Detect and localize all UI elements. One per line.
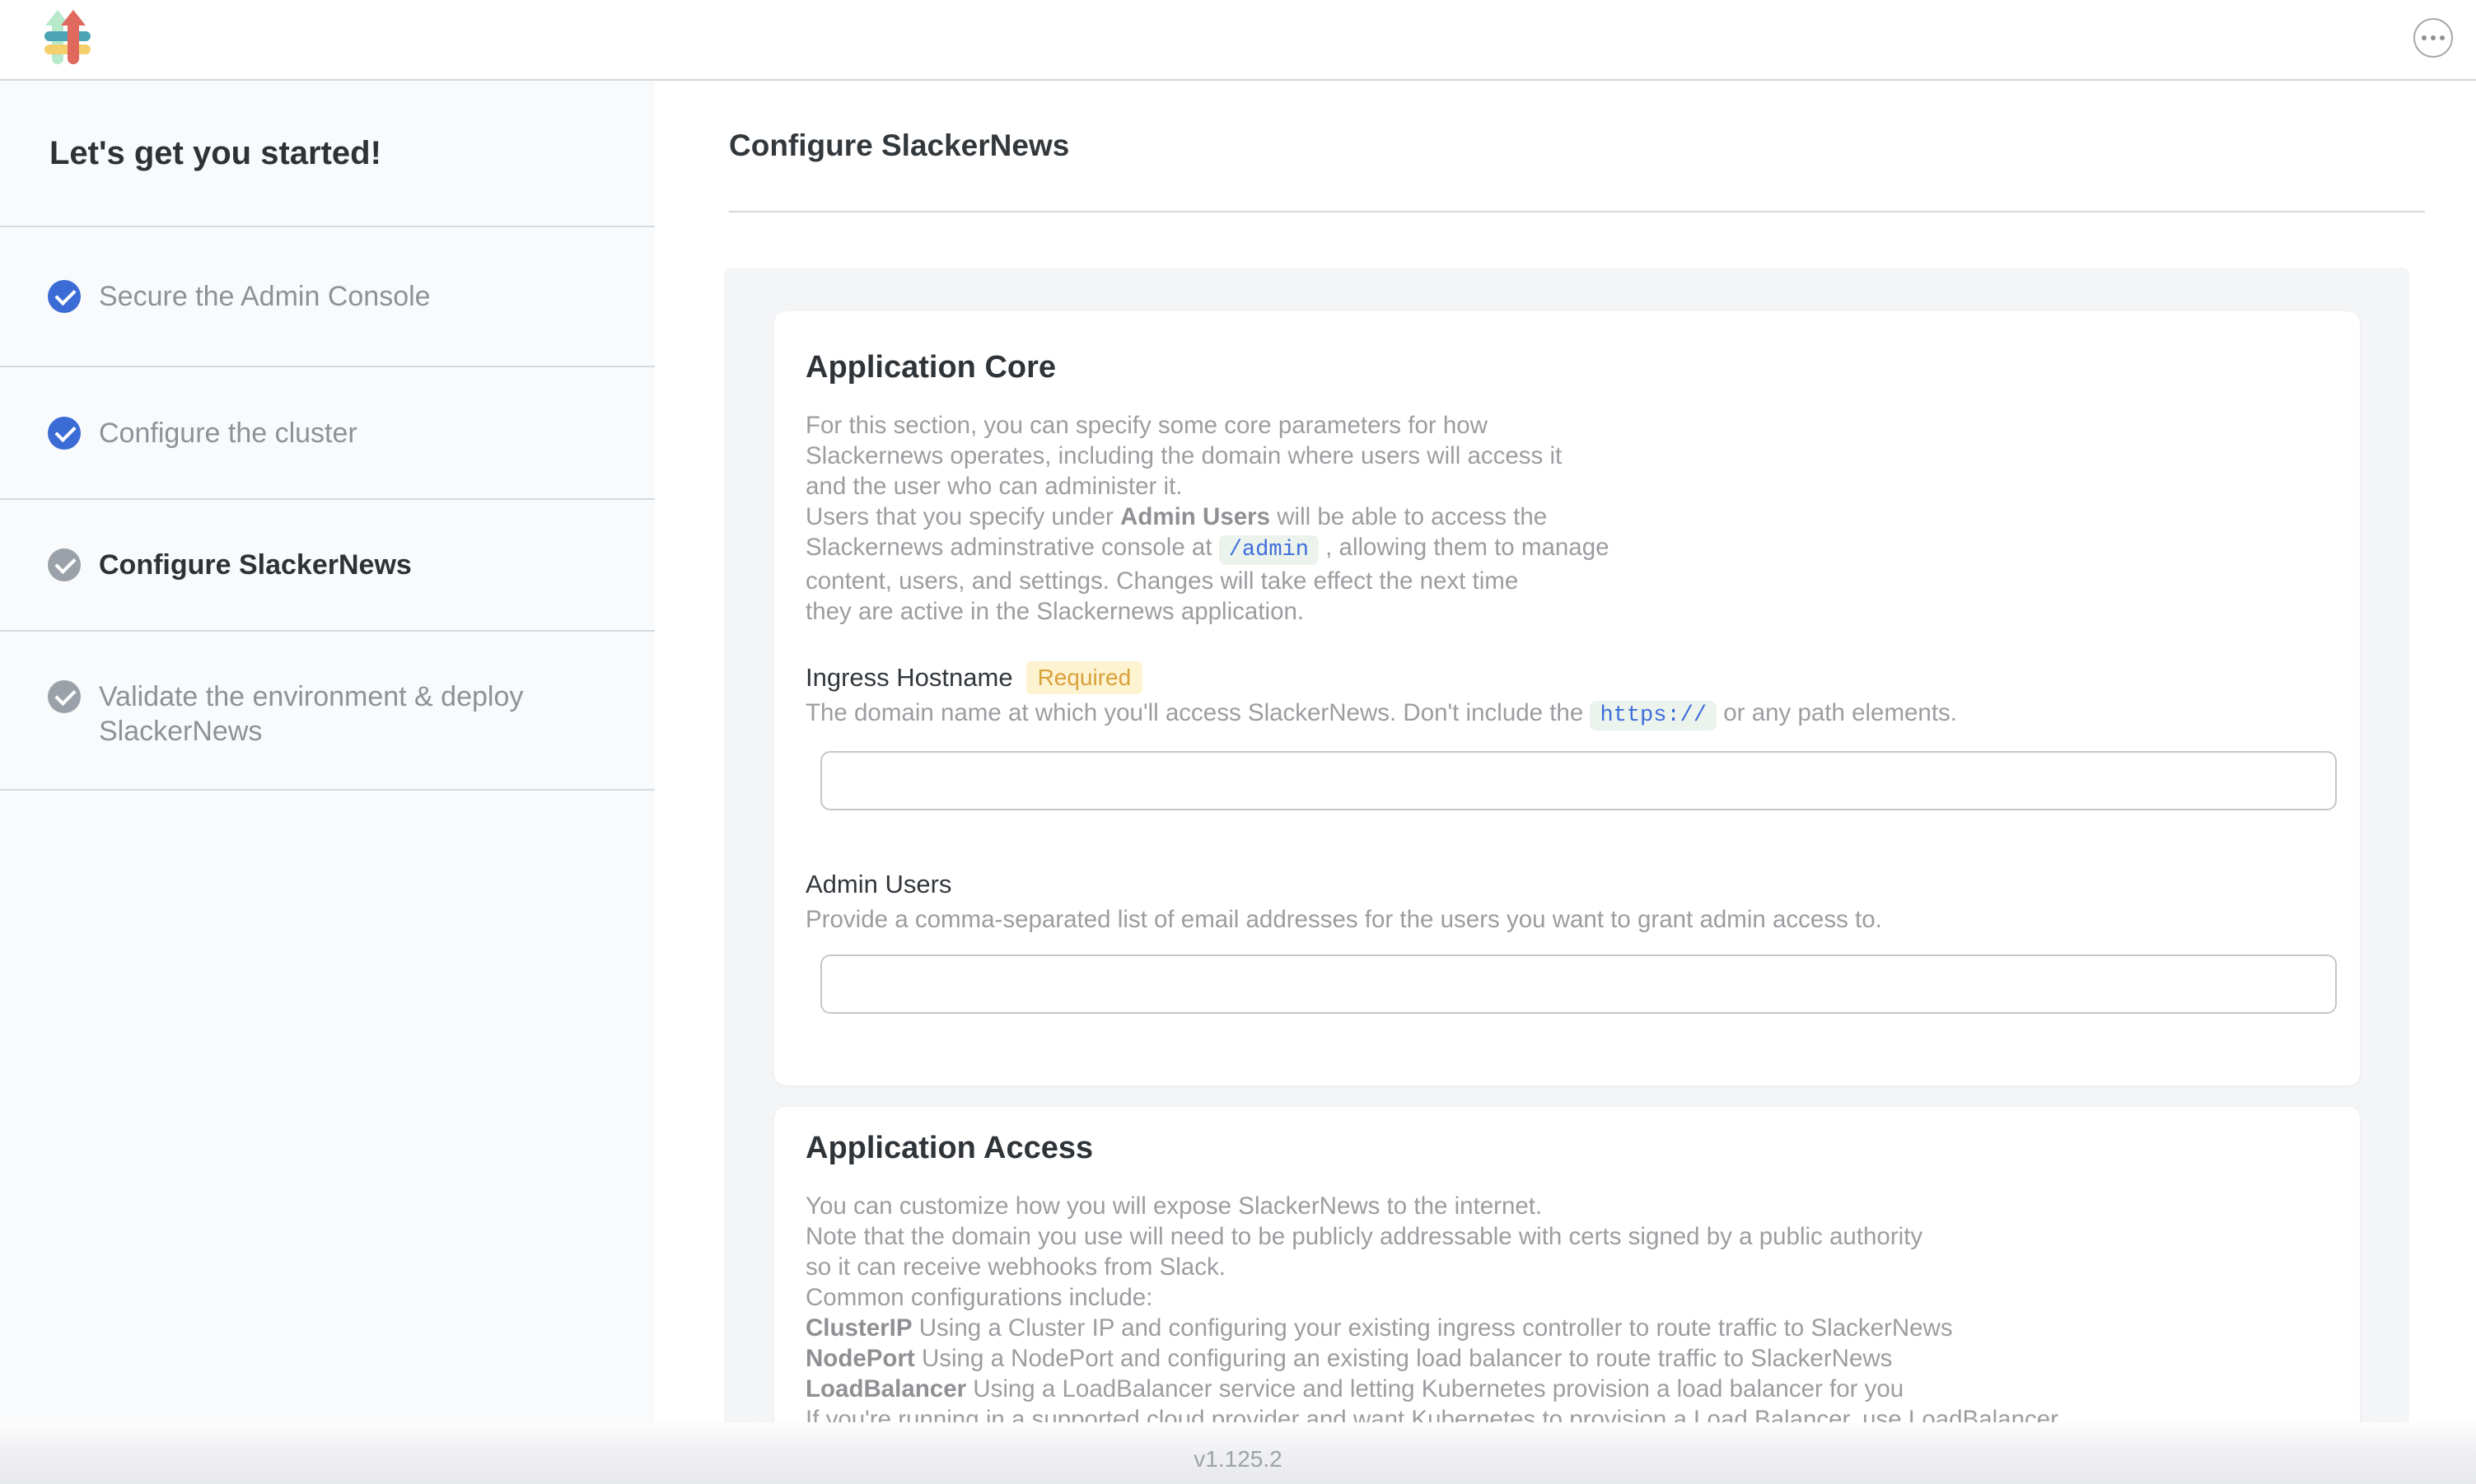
- ellipsis-icon: [2422, 35, 2445, 40]
- text-line: Provide a comma-separated list of email …: [806, 904, 2337, 935]
- slackernews-logo: [44, 10, 94, 66]
- field-label: Admin Users: [806, 868, 951, 901]
- text-segment: You can customize how you will expose Sl…: [806, 1192, 1542, 1220]
- ingress-hostname-input[interactable]: [820, 751, 2337, 810]
- check-circle-icon: [48, 548, 81, 581]
- text-line: LoadBalancer Using a LoadBalancer servic…: [806, 1374, 2337, 1404]
- step-label: Configure SlackerNews: [99, 548, 412, 582]
- sidebar-step-validate-and-deploy[interactable]: Validate the environment & deploy Slacke…: [0, 632, 655, 791]
- sidebar-step-configure-slackernews[interactable]: Configure SlackerNews: [0, 500, 655, 632]
- text-segment: , allowing them to manage: [1319, 534, 1609, 561]
- logo-arrow-red-icon: [61, 10, 86, 64]
- app-root: Let's get you started! Secure the Admin …: [0, 0, 2476, 1484]
- field-label-row: Ingress Hostname Required: [806, 661, 2337, 694]
- bold-text-segment: Admin Users: [1120, 503, 1270, 530]
- text-segment: content, users, and settings. Changes wi…: [806, 567, 1518, 595]
- code-chip: /admin: [1219, 535, 1319, 565]
- field-help-text: Provide a comma-separated list of email …: [806, 904, 2337, 935]
- field-label-row: Admin Users: [806, 868, 2337, 901]
- field-label: Ingress Hostname: [806, 661, 1013, 694]
- text-line: Users that you specify under Admin Users…: [806, 502, 2337, 532]
- card-title: Application Core: [806, 346, 2337, 389]
- text-segment: Users that you specify under: [806, 503, 1120, 530]
- overflow-menu-button[interactable]: [2413, 18, 2453, 58]
- text-segment: Using a Cluster IP and configuring your …: [913, 1314, 1953, 1342]
- text-segment: Common configurations include:: [806, 1284, 1152, 1311]
- step-label: Validate the environment & deploy Slacke…: [99, 679, 560, 749]
- text-segment: so it can receive webhooks from Slack.: [806, 1253, 1226, 1281]
- text-segment: Provide a comma-separated list of email …: [806, 906, 1882, 933]
- text-segment: they are active in the Slackernews appli…: [806, 598, 1304, 625]
- admin-users-input[interactable]: [820, 954, 2337, 1014]
- text-line: The domain name at which you'll access S…: [806, 698, 2337, 731]
- text-segment: will be able to access the: [1270, 503, 1547, 530]
- text-line: Slackernews operates, including the doma…: [806, 441, 2337, 471]
- sidebar-step-configure-cluster[interactable]: Configure the cluster: [0, 367, 655, 500]
- check-circle-icon: [48, 680, 81, 713]
- text-line: Slackernews adminstrative console at /ad…: [806, 532, 2337, 566]
- admin-users-field: Admin Users Provide a comma-separated li…: [806, 868, 2337, 1014]
- title-divider: [729, 211, 2425, 212]
- top-header-bar: [0, 0, 2476, 81]
- text-segment: Note that the domain you use will need t…: [806, 1223, 1922, 1250]
- text-line: Note that the domain you use will need t…: [806, 1221, 2337, 1252]
- text-line: they are active in the Slackernews appli…: [806, 596, 2337, 627]
- config-panel: Application Core For this section, you c…: [724, 268, 2409, 1484]
- text-line: so it can receive webhooks from Slack.: [806, 1252, 2337, 1282]
- field-help-text: The domain name at which you'll access S…: [806, 698, 2337, 731]
- application-core-description: For this section, you can specify some c…: [806, 410, 2337, 627]
- text-line: and the user who can administer it.: [806, 471, 2337, 502]
- text-line: NodePort Using a NodePort and configurin…: [806, 1343, 2337, 1374]
- text-line: Common configurations include:: [806, 1282, 2337, 1313]
- application-core-card: Application Core For this section, you c…: [774, 311, 2360, 1085]
- text-segment: The domain name at which you'll access S…: [806, 699, 1590, 726]
- step-label: Secure the Admin Console: [99, 279, 431, 314]
- version-label: v1.125.2: [1194, 1446, 1282, 1472]
- text-segment: and the user who can administer it.: [806, 473, 1183, 500]
- text-segment: Slackernews adminstrative console at: [806, 534, 1219, 561]
- step-label: Configure the cluster: [99, 416, 357, 450]
- bold-text-segment: NodePort: [806, 1345, 915, 1372]
- text-segment: Using a LoadBalancer service and letting…: [966, 1375, 1904, 1402]
- text-segment: For this section, you can specify some c…: [806, 412, 1488, 439]
- card-title: Application Access: [806, 1127, 2337, 1169]
- text-line: ClusterIP Using a Cluster IP and configu…: [806, 1313, 2337, 1343]
- footer-bar: v1.125.2: [0, 1422, 2476, 1484]
- text-segment: Slackernews operates, including the doma…: [806, 442, 1562, 469]
- page-title: Configure SlackerNews: [729, 128, 1069, 163]
- ingress-hostname-field: Ingress Hostname Required The domain nam…: [806, 661, 2337, 810]
- text-line: You can customize how you will expose Sl…: [806, 1191, 2337, 1221]
- bold-text-segment: ClusterIP: [806, 1314, 913, 1342]
- required-badge: Required: [1026, 661, 1143, 694]
- text-line: content, users, and settings. Changes wi…: [806, 566, 2337, 596]
- main-content: Configure SlackerNews Application Core F…: [655, 81, 2476, 1484]
- text-line: For this section, you can specify some c…: [806, 410, 2337, 441]
- application-access-description: You can customize how you will expose Sl…: [806, 1191, 2337, 1435]
- code-chip: https://: [1590, 701, 1717, 730]
- check-circle-icon: [48, 280, 81, 313]
- text-segment: Using a NodePort and configuring an exis…: [915, 1345, 1893, 1372]
- text-segment: or any path elements.: [1717, 699, 1957, 726]
- sidebar-step-secure-admin-console[interactable]: Secure the Admin Console: [0, 227, 655, 367]
- check-circle-icon: [48, 417, 81, 450]
- setup-steps-sidebar: Let's get you started! Secure the Admin …: [0, 81, 655, 1422]
- sidebar-title: Let's get you started!: [0, 81, 655, 227]
- bold-text-segment: LoadBalancer: [806, 1375, 966, 1402]
